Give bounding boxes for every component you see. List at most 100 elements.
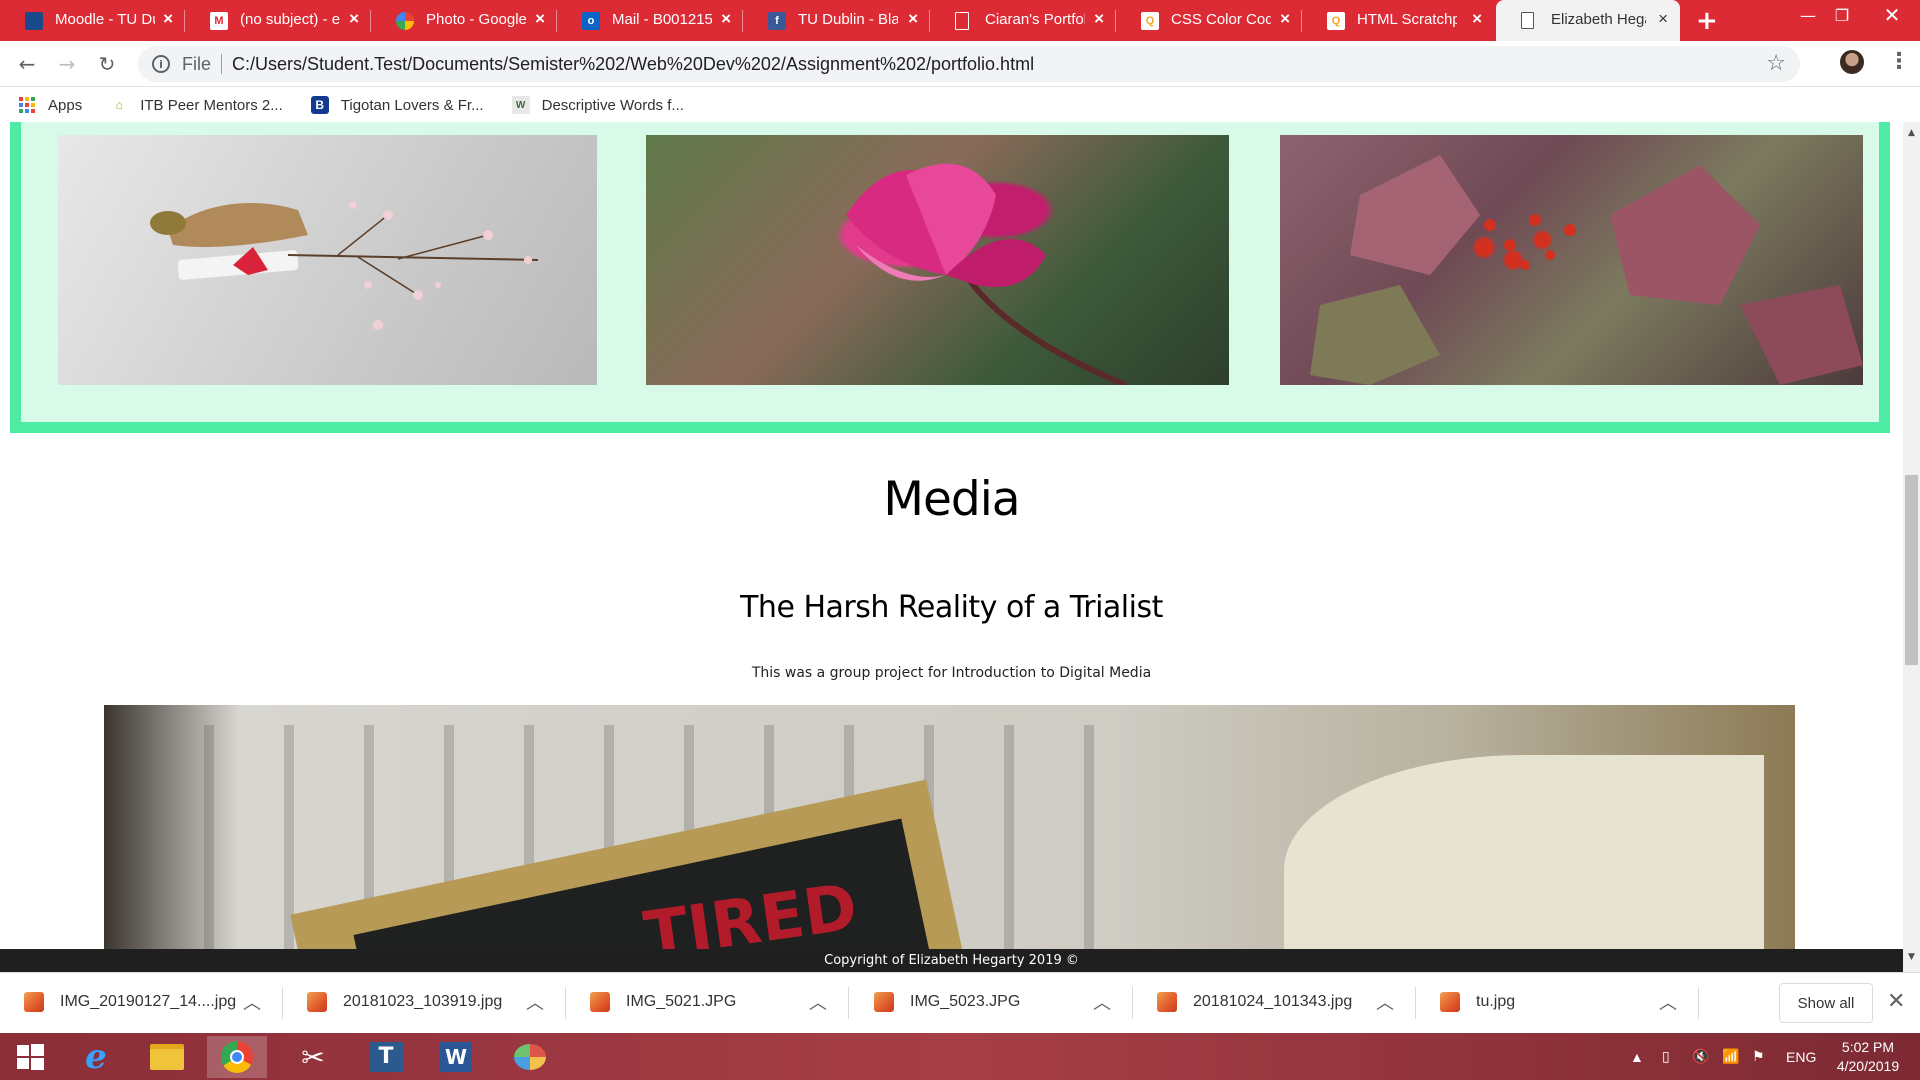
- download-filename: IMG_5023.JPG: [910, 993, 1021, 1010]
- download-item[interactable]: IMG_5021.JPG ︿: [566, 973, 849, 1033]
- download-filename: IMG_5021.JPG: [626, 993, 737, 1010]
- snipping-tool-icon[interactable]: ✂: [283, 1036, 343, 1078]
- gallery-photo-red-berries[interactable]: [1280, 135, 1863, 385]
- bookmark-descriptive-words[interactable]: W Descriptive Words f...: [511, 96, 684, 114]
- network-icon[interactable]: 📶: [1722, 1033, 1739, 1080]
- paint-icon[interactable]: [500, 1036, 560, 1078]
- chevron-up-icon[interactable]: ︿: [1659, 989, 1677, 1015]
- flag-notification-icon[interactable]: ⚑: [1752, 1033, 1765, 1080]
- bookmark-star-icon[interactable]: ☆: [1766, 51, 1786, 76]
- chevron-up-icon[interactable]: ︿: [809, 989, 827, 1015]
- download-item[interactable]: IMG_20190127_14....jpg ︿: [0, 973, 283, 1033]
- w-icon: W: [511, 96, 530, 114]
- tab-title: (no subject) - el: [240, 11, 340, 28]
- tab-gmail[interactable]: M (no subject) - el ×: [185, 0, 371, 41]
- language-indicator[interactable]: ENG: [1786, 1033, 1816, 1080]
- bookmark-itb-peer-mentors[interactable]: ⌂ ITB Peer Mentors 2...: [110, 96, 283, 114]
- tab-ciarans-portfolio[interactable]: Ciaran's Portfol ×: [930, 0, 1116, 41]
- restore-icon[interactable]: ❐: [1814, 0, 1870, 30]
- image-file-icon: [1440, 992, 1460, 1012]
- image-file-icon: [24, 992, 44, 1012]
- tab-title: Ciaran's Portfol: [985, 11, 1085, 28]
- url-text[interactable]: C:/Users/Student.Test/Documents/Semister…: [232, 54, 1034, 75]
- tab-html-scratchpad[interactable]: Q HTML Scratchp ×: [1302, 0, 1494, 41]
- address-bar[interactable]: i File C:/Users/Student.Test/Documents/S…: [138, 46, 1800, 82]
- tab-elizabeth-hegarty[interactable]: Elizabeth Hegar ×: [1496, 0, 1680, 41]
- close-tab-icon[interactable]: ×: [1280, 9, 1290, 29]
- close-tab-icon[interactable]: ×: [908, 9, 918, 29]
- chrome-icon[interactable]: [207, 1036, 267, 1078]
- terminal-app-icon[interactable]: T: [356, 1036, 416, 1078]
- close-tab-icon[interactable]: ×: [1094, 9, 1104, 29]
- close-tab-icon[interactable]: ×: [721, 9, 731, 29]
- tab-strip: Moodle - TU Du × M (no subject) - el × P…: [0, 0, 1920, 41]
- itb-icon: ⌂: [115, 98, 123, 112]
- tray-expand-icon[interactable]: ▲: [1630, 1033, 1644, 1080]
- volume-muted-icon[interactable]: 🔇: [1692, 1033, 1709, 1080]
- close-tab-icon[interactable]: ×: [349, 9, 359, 29]
- close-tab-icon[interactable]: ×: [163, 9, 173, 29]
- browser-window: Moodle - TU Du × M (no subject) - el × P…: [0, 0, 1920, 1080]
- windows-start-icon[interactable]: [0, 1036, 60, 1078]
- file-explorer-icon[interactable]: [137, 1036, 197, 1078]
- windows-taskbar: e ✂ T W ▲ ▯ 🔇 📶 ⚑ ENG 5:02 PM 4/20/2019: [0, 1033, 1920, 1080]
- image-file-icon: [307, 992, 327, 1012]
- internet-explorer-icon[interactable]: e: [66, 1036, 126, 1078]
- video-sheet-shape: [1284, 755, 1764, 949]
- bookmark-apps[interactable]: Apps: [18, 96, 82, 114]
- address-divider: [221, 54, 223, 74]
- bookmark-label: Tigotan Lovers & Fr...: [340, 96, 484, 114]
- chevron-up-icon[interactable]: ︿: [526, 989, 544, 1015]
- bookmark-tigotan[interactable]: B Tigotan Lovers & Fr...: [310, 96, 484, 114]
- tab-google-photos[interactable]: Photo - Google ×: [371, 0, 557, 41]
- close-shelf-icon[interactable]: ✕: [1887, 988, 1905, 1014]
- system-clock[interactable]: 5:02 PM 4/20/2019: [1828, 1038, 1908, 1076]
- cyclamen-illustration: [846, 163, 1128, 385]
- blossom-illustration: [150, 201, 539, 330]
- bookmark-label: Descriptive Words f...: [541, 96, 684, 114]
- reload-icon[interactable]: ↻: [93, 50, 121, 78]
- info-icon[interactable]: i: [152, 55, 170, 73]
- scrollbar-thumb[interactable]: [1905, 475, 1918, 665]
- download-filename: tu.jpg: [1476, 993, 1516, 1010]
- scroll-up-icon[interactable]: ▲: [1905, 128, 1918, 145]
- download-item[interactable]: tu.jpg ︿: [1416, 973, 1699, 1033]
- project-title: The Harsh Reality of a Trialist: [740, 590, 1163, 625]
- project-description: This was a group project for Introductio…: [751, 665, 1152, 681]
- new-tab-button[interactable]: +: [1696, 6, 1718, 36]
- profile-avatar[interactable]: [1840, 50, 1864, 74]
- gallery-photo-pink-cyclamen[interactable]: [646, 135, 1229, 385]
- download-filename: 20181023_103919.jpg: [343, 993, 503, 1010]
- berries-illustration: [1310, 155, 1863, 385]
- back-arrow-icon[interactable]: ←: [13, 50, 41, 78]
- tab-title: Photo - Google: [426, 11, 526, 28]
- word-icon[interactable]: W: [426, 1036, 486, 1078]
- bookmarks-bar: Apps ⌂ ITB Peer Mentors 2... B Tigotan L…: [0, 88, 1920, 122]
- close-tab-icon[interactable]: ×: [535, 9, 545, 29]
- chevron-up-icon[interactable]: ︿: [1093, 989, 1111, 1015]
- forward-arrow-icon[interactable]: →: [53, 50, 81, 78]
- close-window-icon[interactable]: ✕: [1864, 0, 1920, 30]
- tab-moodle[interactable]: Moodle - TU Du ×: [0, 0, 185, 41]
- close-tab-icon[interactable]: ×: [1658, 9, 1668, 29]
- close-tab-icon[interactable]: ×: [1472, 9, 1482, 29]
- scheme-label: File: [182, 53, 212, 74]
- b-icon: B: [310, 96, 329, 114]
- facebook-icon: f: [768, 12, 786, 30]
- download-item[interactable]: 20181023_103919.jpg ︿: [283, 973, 566, 1033]
- download-separator: [1698, 987, 1699, 1019]
- show-all-downloads-button[interactable]: Show all: [1779, 983, 1873, 1023]
- gallery-photo-blossom-branch[interactable]: [58, 135, 597, 385]
- page-footer: Copyright of Elizabeth Hegarty 2019 ©: [0, 949, 1903, 972]
- chrome-menu-icon[interactable]: ⋮: [1888, 49, 1910, 74]
- tab-tu-dublin[interactable]: f TU Dublin - Blar ×: [743, 0, 930, 41]
- device-icon[interactable]: ▯: [1662, 1033, 1670, 1080]
- download-item[interactable]: IMG_5023.JPG ︿: [850, 973, 1133, 1033]
- tab-outlook-mail[interactable]: o Mail - B001215 ×: [557, 0, 743, 41]
- chevron-up-icon[interactable]: ︿: [1376, 989, 1394, 1015]
- tab-css-color-codes[interactable]: Q CSS Color Code ×: [1116, 0, 1302, 41]
- scroll-down-icon[interactable]: ▼: [1905, 952, 1918, 969]
- download-item[interactable]: 20181024_101343.jpg ︿: [1133, 973, 1416, 1033]
- project-video[interactable]: TIRED: [104, 705, 1795, 949]
- chevron-up-icon[interactable]: ︿: [243, 989, 261, 1015]
